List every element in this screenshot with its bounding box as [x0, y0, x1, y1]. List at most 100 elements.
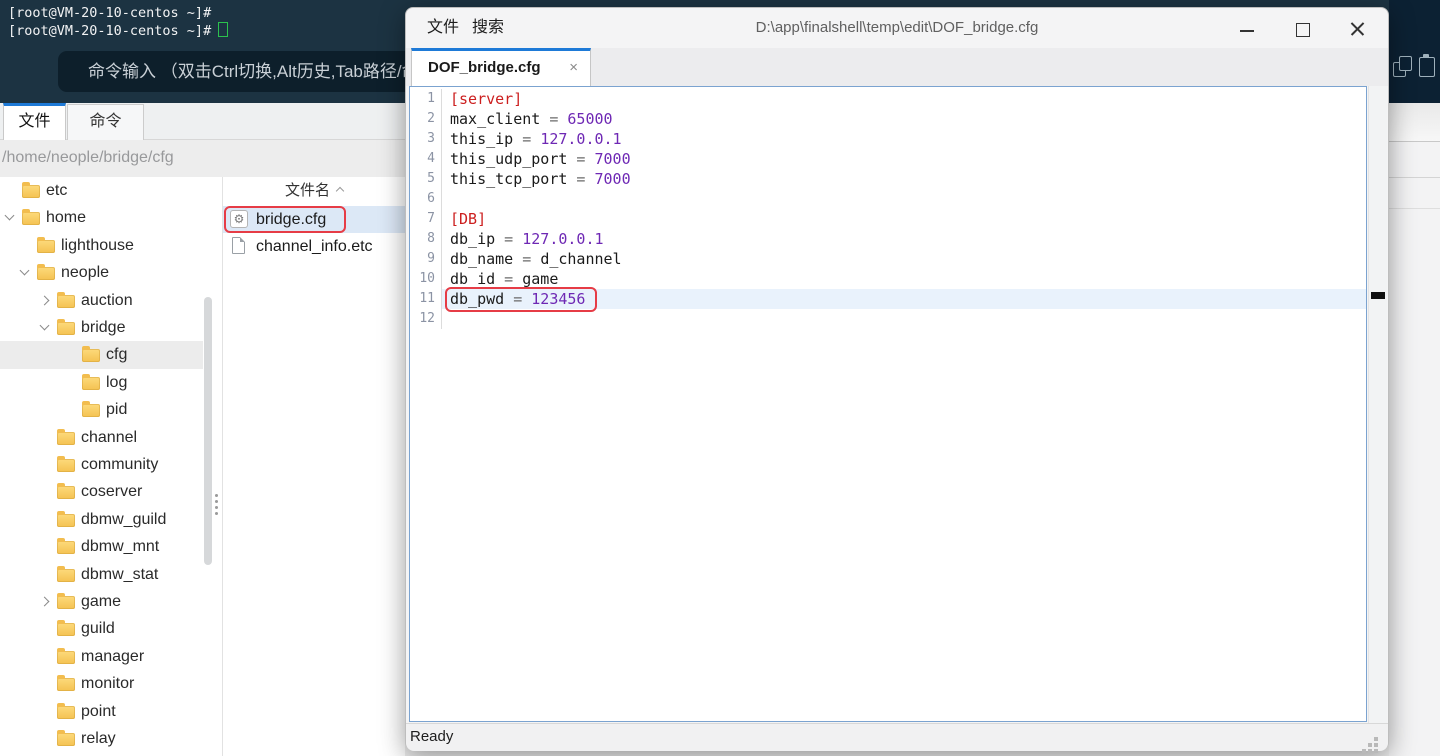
- folder-icon: [57, 291, 75, 308]
- tree-item-etc[interactable]: etc: [0, 177, 203, 204]
- minimize-button[interactable]: [1232, 15, 1262, 42]
- folder-icon: [57, 565, 75, 582]
- divider: [1389, 177, 1440, 178]
- code-line-2[interactable]: 2 max_client = 65000: [410, 109, 1366, 129]
- code-line-11[interactable]: 11 db_pwd = 123456: [410, 287, 1366, 312]
- tree-item-log[interactable]: log: [0, 369, 203, 396]
- tree-item-dbmw_stat[interactable]: dbmw_stat: [0, 561, 203, 588]
- tree-item-point[interactable]: point: [0, 698, 203, 725]
- menu-item-search[interactable]: 搜索: [472, 8, 504, 48]
- code-token: this_ip: [450, 130, 514, 148]
- copy-icon[interactable]: [1393, 55, 1415, 80]
- finalshell-app: [root@VM-20-10-centos ~]# [root@VM-20-10…: [0, 0, 1440, 756]
- tree-item-label: bridge: [81, 319, 126, 336]
- tree-item-bridge[interactable]: bridge: [0, 314, 203, 341]
- line-number: 3: [410, 129, 442, 149]
- tree-item-relay[interactable]: relay: [0, 725, 203, 752]
- editor-tabstrip: DOF_bridge.cfg ×: [406, 48, 1388, 86]
- code-token: this_udp_port: [450, 150, 568, 168]
- close-button[interactable]: [1342, 15, 1372, 42]
- code-token: 65000: [567, 110, 613, 128]
- tree-scrollbar[interactable]: [204, 297, 212, 565]
- tree-item-cfg[interactable]: cfg: [0, 341, 203, 369]
- paste-icon[interactable]: [1417, 53, 1439, 80]
- tree-item-pid[interactable]: pid: [0, 396, 203, 423]
- code-token: 7000: [594, 150, 631, 168]
- code-line-8[interactable]: 8 db_ip = 127.0.0.1: [410, 229, 1366, 249]
- tree-item-manager[interactable]: manager: [0, 643, 203, 670]
- editor-scrollbar[interactable]: [1368, 86, 1387, 723]
- folder-icon: [57, 647, 75, 664]
- line-number: 7: [410, 209, 442, 229]
- tree-item-community[interactable]: community: [0, 451, 203, 478]
- file-name-label: channel_info.etc: [256, 238, 373, 255]
- line-number: 6: [410, 189, 442, 209]
- tree-item-channel[interactable]: channel: [0, 424, 203, 451]
- code-line-1[interactable]: 1 [server]: [410, 89, 1366, 109]
- code-line-3[interactable]: 3 this_ip = 127.0.0.1: [410, 129, 1366, 149]
- tree-item-label: monitor: [81, 675, 135, 693]
- code-line-10[interactable]: 10 db_id = game: [410, 269, 1366, 289]
- code-token: =: [495, 270, 523, 288]
- editor-titlebar[interactable]: 文件 搜索 D:\app\finalshell\temp\edit\DOF_br…: [406, 8, 1388, 48]
- tree-item-dbmw_guild[interactable]: dbmw_guild: [0, 506, 203, 533]
- code-token: =: [495, 230, 523, 248]
- tab-files[interactable]: 文件: [3, 103, 66, 140]
- splitter-handle-icon[interactable]: [215, 494, 218, 497]
- tree-item-label: relay: [81, 730, 116, 747]
- tree-item-coserver[interactable]: coserver: [0, 478, 203, 505]
- code-token: db_name: [450, 250, 514, 268]
- terminal-cursor: [218, 22, 229, 37]
- terminal-prompt-line: [root@VM-20-10-centos ~]#: [8, 5, 212, 21]
- terminal-strip-right: [1389, 0, 1440, 103]
- code-line-5[interactable]: 5 this_tcp_port = 7000: [410, 169, 1366, 189]
- code-token: game: [522, 270, 559, 288]
- tree-item-label: dbmw_mnt: [81, 538, 160, 556]
- tab-commands[interactable]: 命令: [67, 104, 144, 140]
- tree-item-lighthouse[interactable]: lighthouse: [0, 232, 203, 259]
- code-token: =: [513, 130, 541, 148]
- file-icon: [232, 237, 245, 254]
- folder-icon: [82, 346, 100, 363]
- code-token: db_ip: [450, 230, 496, 248]
- code-token: [DB]: [450, 210, 487, 228]
- tab-close-icon[interactable]: ×: [569, 51, 578, 84]
- code-editor-area[interactable]: 1 [server] 2 max_client = 65000 3 this_ip = 1…: [409, 86, 1367, 722]
- tree-item-label: guild: [81, 620, 115, 638]
- editor-tab-dof-bridge[interactable]: DOF_bridge.cfg ×: [411, 48, 591, 86]
- menu-item-file[interactable]: 文件: [427, 8, 459, 48]
- sort-ascending-icon: [335, 186, 345, 196]
- folder-icon: [37, 264, 55, 281]
- tree-item-neople[interactable]: neople: [0, 259, 203, 286]
- expand-icon[interactable]: [39, 295, 50, 306]
- tree-item-guild[interactable]: guild: [0, 615, 203, 642]
- folder-icon: [57, 702, 75, 719]
- code-line-6[interactable]: 6: [410, 189, 1366, 209]
- code-line-7[interactable]: 7 [DB]: [410, 209, 1366, 229]
- column-header-filename[interactable]: 文件名: [223, 177, 405, 205]
- tree-item-home[interactable]: home: [0, 204, 203, 231]
- collapse-icon[interactable]: [19, 265, 30, 276]
- line-number: 11: [410, 289, 442, 309]
- code-line-12[interactable]: 12: [410, 309, 1366, 329]
- tree-item-monitor[interactable]: monitor: [0, 670, 203, 697]
- code-line-9[interactable]: 9 db_name = d_channel: [410, 249, 1366, 269]
- code-line-4[interactable]: 4 this_udp_port = 7000: [410, 149, 1366, 169]
- folder-icon: [57, 593, 75, 609]
- tree-item-dbmw_mnt[interactable]: dbmw_mnt: [0, 533, 203, 560]
- collapse-icon[interactable]: [4, 210, 15, 221]
- code-token: =: [504, 290, 532, 308]
- tree-item-game[interactable]: game: [0, 588, 203, 615]
- maximize-button[interactable]: [1287, 15, 1317, 42]
- expand-icon[interactable]: [39, 596, 50, 607]
- scrollbar-caret-marker: [1371, 292, 1385, 299]
- tree-item-label: neople: [61, 264, 110, 282]
- path-bar[interactable]: /home/neople/bridge/cfg: [0, 140, 405, 177]
- resize-grip-icon[interactable]: [1362, 737, 1366, 741]
- file-row-channel_info.etc[interactable]: channel_info.etc: [223, 233, 406, 260]
- tree-item-auction[interactable]: auction: [0, 287, 203, 314]
- tree-item-label: etc: [46, 182, 68, 199]
- collapse-icon[interactable]: [39, 320, 50, 331]
- folder-icon: [22, 209, 40, 226]
- terminal-prompt-line: [root@VM-20-10-centos ~]#: [8, 22, 229, 40]
